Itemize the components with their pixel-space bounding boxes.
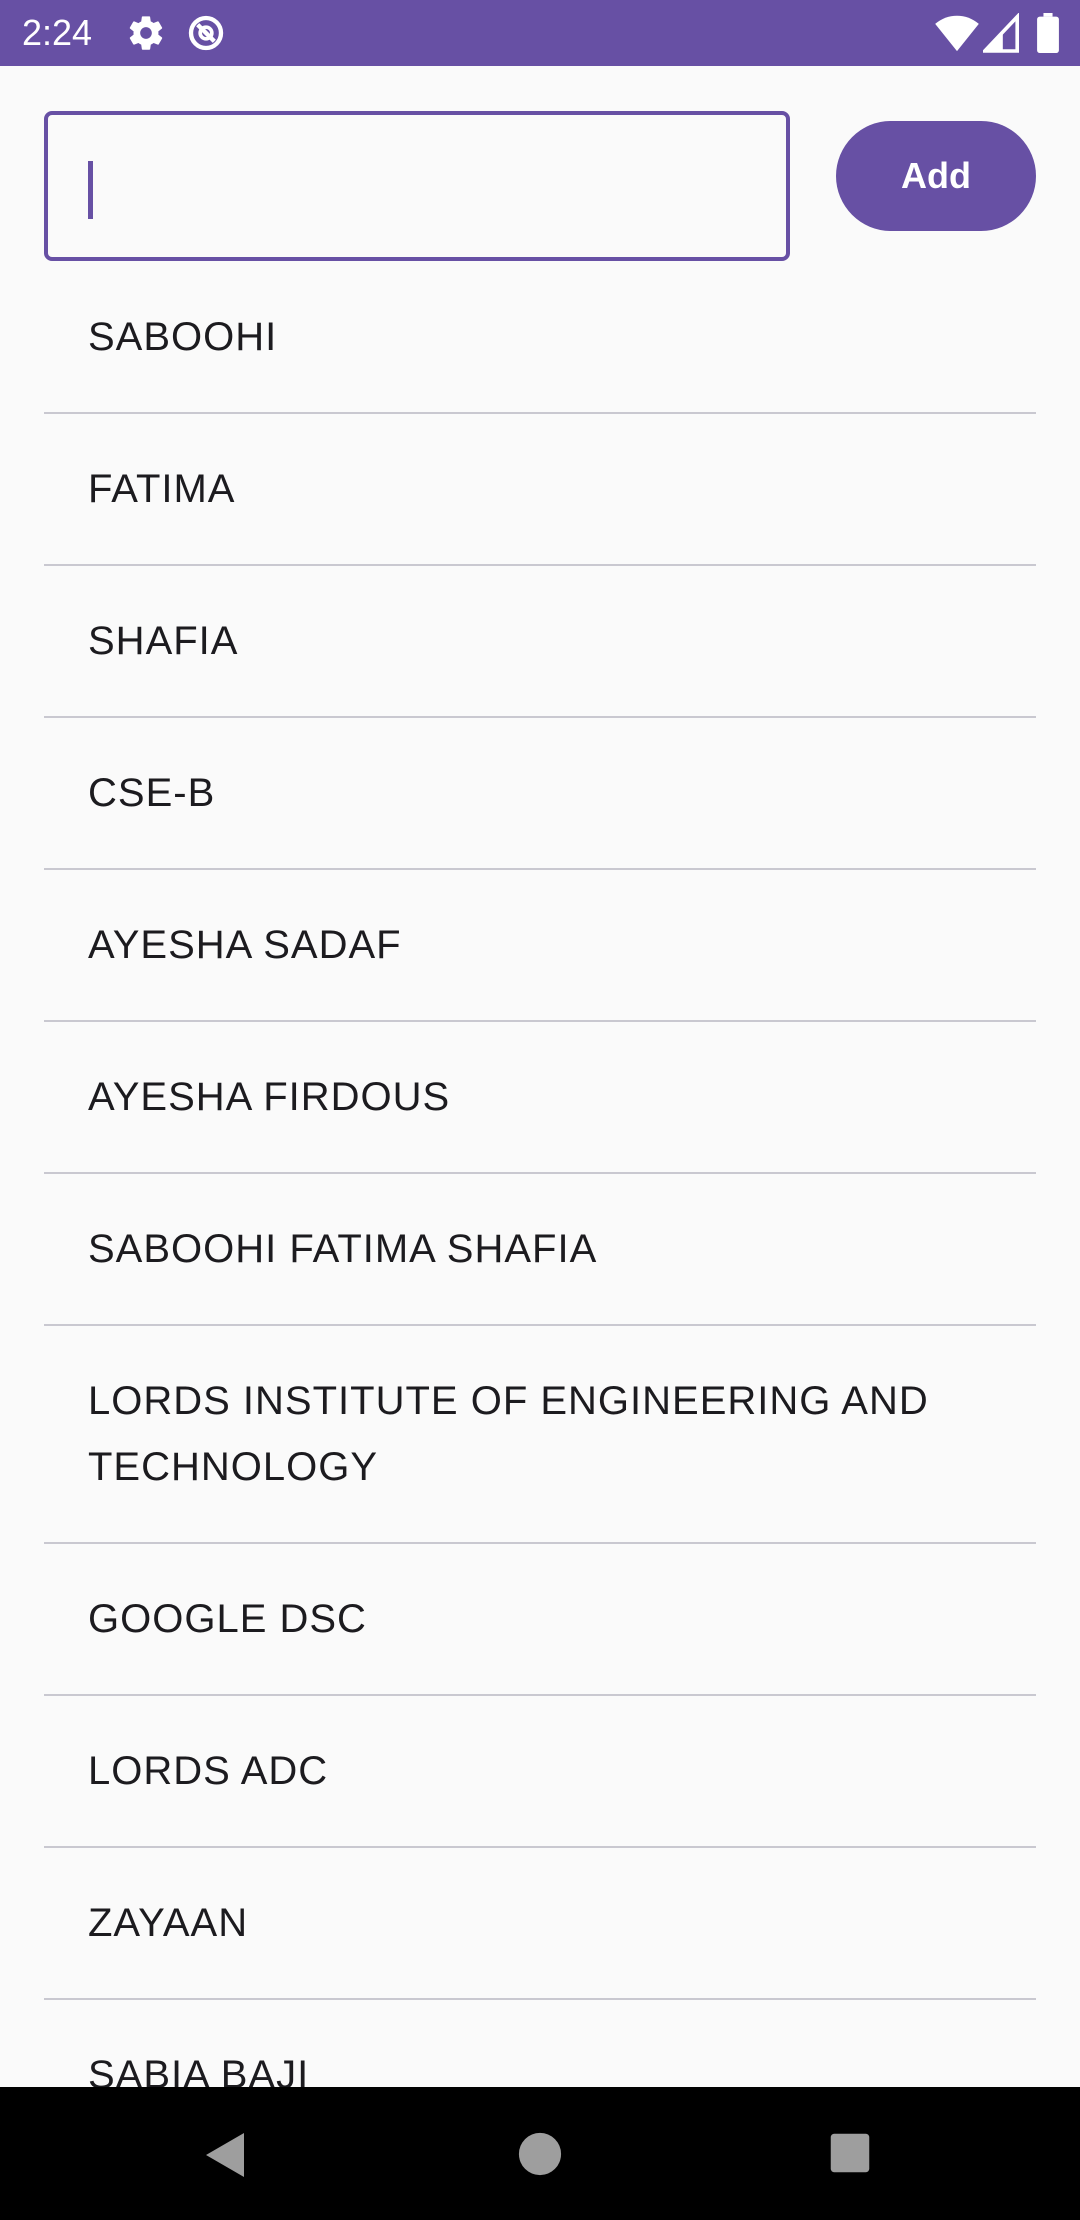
list-item[interactable]: SHAFIA — [44, 566, 1036, 718]
list-item[interactable]: ZAYAAN — [44, 1848, 1036, 2000]
list-item[interactable]: SABOOHI — [44, 276, 1036, 414]
add-button[interactable]: Add — [836, 121, 1036, 231]
wifi-icon — [935, 15, 979, 52]
list-item[interactable]: LORDS INSTITUTE OF ENGINEERING AND TECHN… — [44, 1326, 1036, 1544]
status-bar: 2:24 — [0, 0, 1080, 66]
back-icon[interactable] — [204, 2131, 248, 2179]
text-cursor — [88, 161, 93, 219]
battery-icon — [1037, 13, 1059, 53]
name-input[interactable] — [44, 111, 790, 261]
list-item[interactable]: AYESHA FIRDOUS — [44, 1022, 1036, 1174]
list-item[interactable]: CSE-B — [44, 718, 1036, 870]
list-item[interactable]: SABIA BAJI — [44, 2000, 1036, 2087]
navigation-bar — [0, 2087, 1080, 2220]
recents-icon[interactable] — [829, 2132, 871, 2174]
home-icon[interactable] — [517, 2131, 563, 2177]
data-saver-icon — [188, 15, 224, 51]
settings-icon — [129, 16, 163, 50]
list-item[interactable]: FATIMA — [44, 414, 1036, 566]
list-item[interactable]: LORDS ADC — [44, 1696, 1036, 1848]
names-list[interactable]: SABOOHI FATIMA SHAFIA CSE-B AYESHA SADAF… — [44, 276, 1036, 2087]
list-item[interactable]: GOOGLE DSC — [44, 1544, 1036, 1696]
main-content: Add SABOOHI FATIMA SHAFIA CSE-B AYESHA S… — [0, 66, 1080, 2087]
list-item[interactable]: SABOOHI FATIMA SHAFIA — [44, 1174, 1036, 1326]
signal-icon — [983, 13, 1019, 53]
list-item[interactable]: AYESHA SADAF — [44, 870, 1036, 1022]
status-time: 2:24 — [22, 12, 93, 53]
